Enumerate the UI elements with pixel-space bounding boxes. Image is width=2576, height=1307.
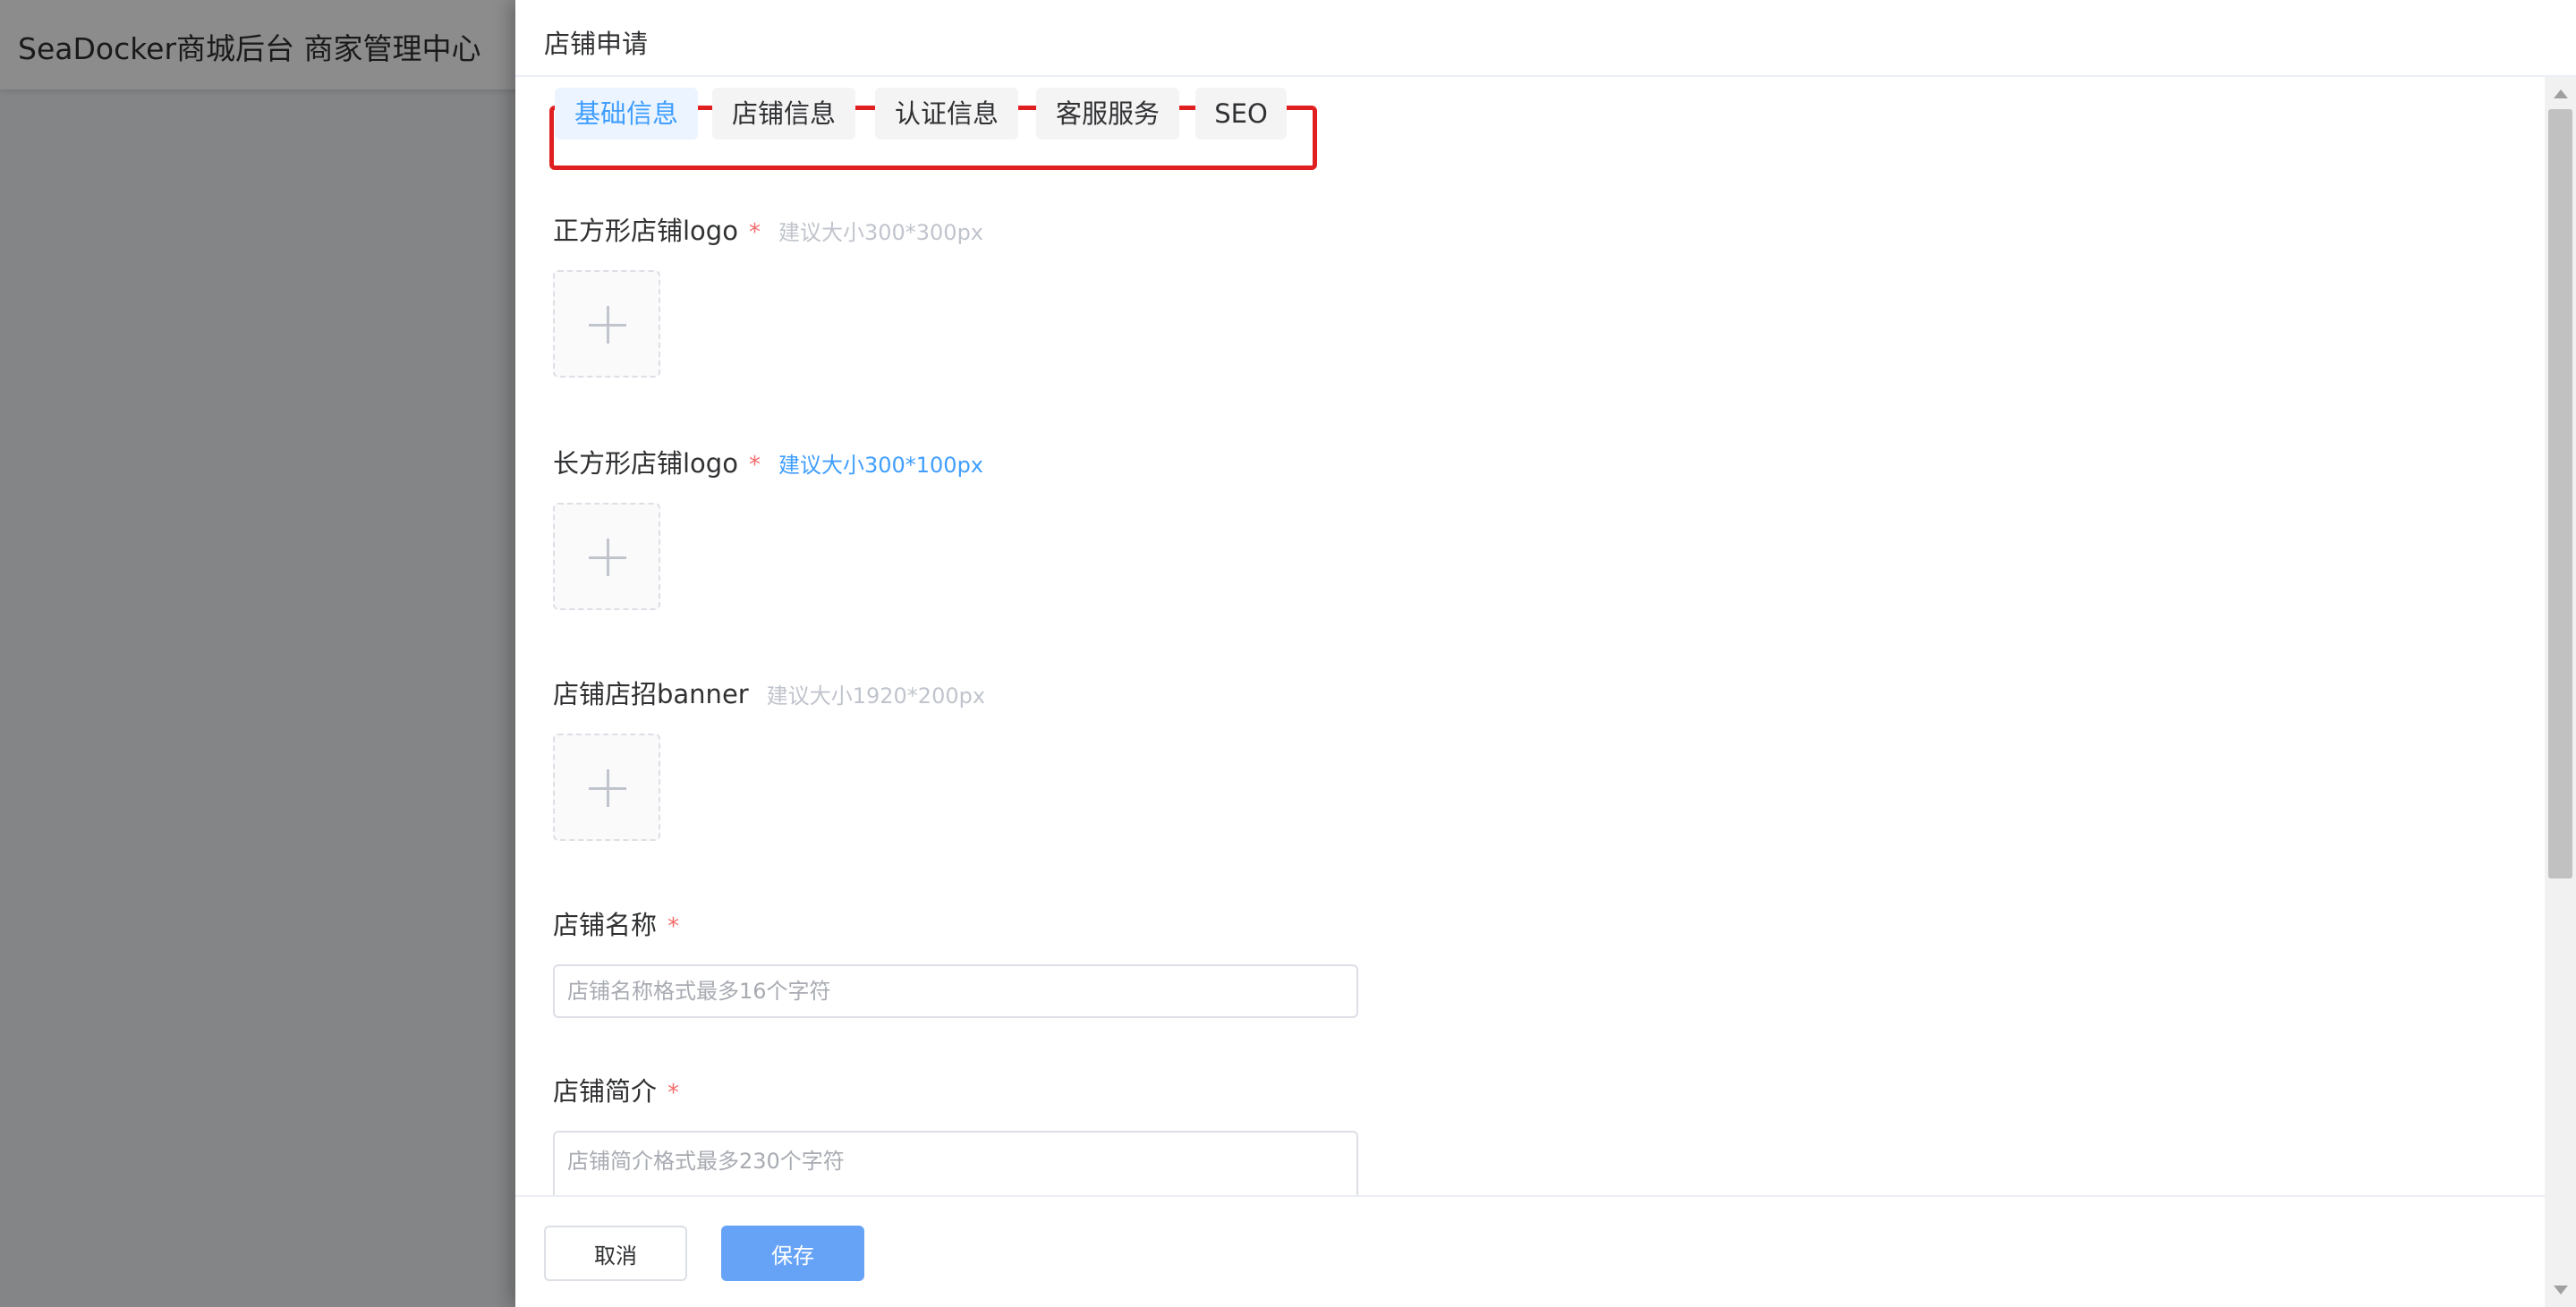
rect-logo-upload[interactable]: [553, 503, 660, 610]
banner-hint: 建议大小1920*200px: [766, 683, 986, 709]
cancel-button[interactable]: 取消: [544, 1226, 687, 1281]
shop-intro-textarea[interactable]: [553, 1131, 1358, 1195]
tab-basic-info[interactable]: 基础信息: [555, 88, 698, 140]
square-logo-label-row: 正方形店铺logo * 建议大小300*300px: [553, 213, 983, 249]
plus-icon: [582, 299, 633, 351]
square-logo-label: 正方形店铺logo: [553, 216, 738, 246]
shop-application-drawer: 店铺申请 基础信息 店铺信息 认证信息 客服服务 SEO 正方形店铺logo * 建…: [515, 0, 2576, 1307]
drawer-footer: 取消 保存: [515, 1195, 2545, 1307]
drawer-title: 店铺申请: [544, 29, 649, 59]
vertical-scrollbar[interactable]: [2545, 77, 2576, 1307]
square-logo-hint: 建议大小300*300px: [778, 220, 984, 245]
tab-certification-info[interactable]: 认证信息: [875, 88, 1018, 140]
shop-intro-label-row: 店铺简介 *: [553, 1074, 679, 1109]
plus-icon: [582, 531, 633, 583]
drawer-body: 基础信息 店铺信息 认证信息 客服服务 SEO 正方形店铺logo * 建议大小30…: [515, 77, 2545, 1195]
tab-seo[interactable]: SEO: [1195, 88, 1287, 140]
rect-logo-hint: 建议大小300*100px: [778, 453, 984, 478]
shop-intro-label: 店铺简介: [553, 1076, 658, 1107]
shop-name-label-row: 店铺名称 *: [553, 907, 679, 943]
plus-icon: [582, 762, 633, 814]
shop-name-label: 店铺名称: [553, 910, 658, 940]
rect-logo-label-row: 长方形店铺logo * 建议大小300*100px: [553, 446, 983, 481]
required-mark: *: [667, 913, 680, 940]
required-mark: *: [748, 219, 761, 246]
tab-customer-service[interactable]: 客服服务: [1036, 88, 1179, 140]
drawer-header: 店铺申请: [515, 0, 2576, 77]
square-logo-upload[interactable]: [553, 270, 660, 378]
banner-upload[interactable]: [553, 734, 660, 841]
save-button[interactable]: 保存: [721, 1226, 864, 1281]
rect-logo-label: 长方形店铺logo: [553, 448, 738, 479]
shop-name-input[interactable]: [553, 964, 1358, 1018]
arrow-down-icon[interactable]: [2554, 1286, 2568, 1294]
required-mark: *: [748, 452, 761, 479]
required-mark: *: [667, 1080, 680, 1107]
tab-shop-info[interactable]: 店铺信息: [712, 88, 855, 140]
scrollbar-thumb[interactable]: [2548, 109, 2572, 878]
banner-label-row: 店铺店招banner 建议大小1920*200px: [553, 676, 985, 712]
arrow-up-icon[interactable]: [2554, 89, 2568, 98]
banner-label: 店铺店招banner: [553, 679, 749, 709]
